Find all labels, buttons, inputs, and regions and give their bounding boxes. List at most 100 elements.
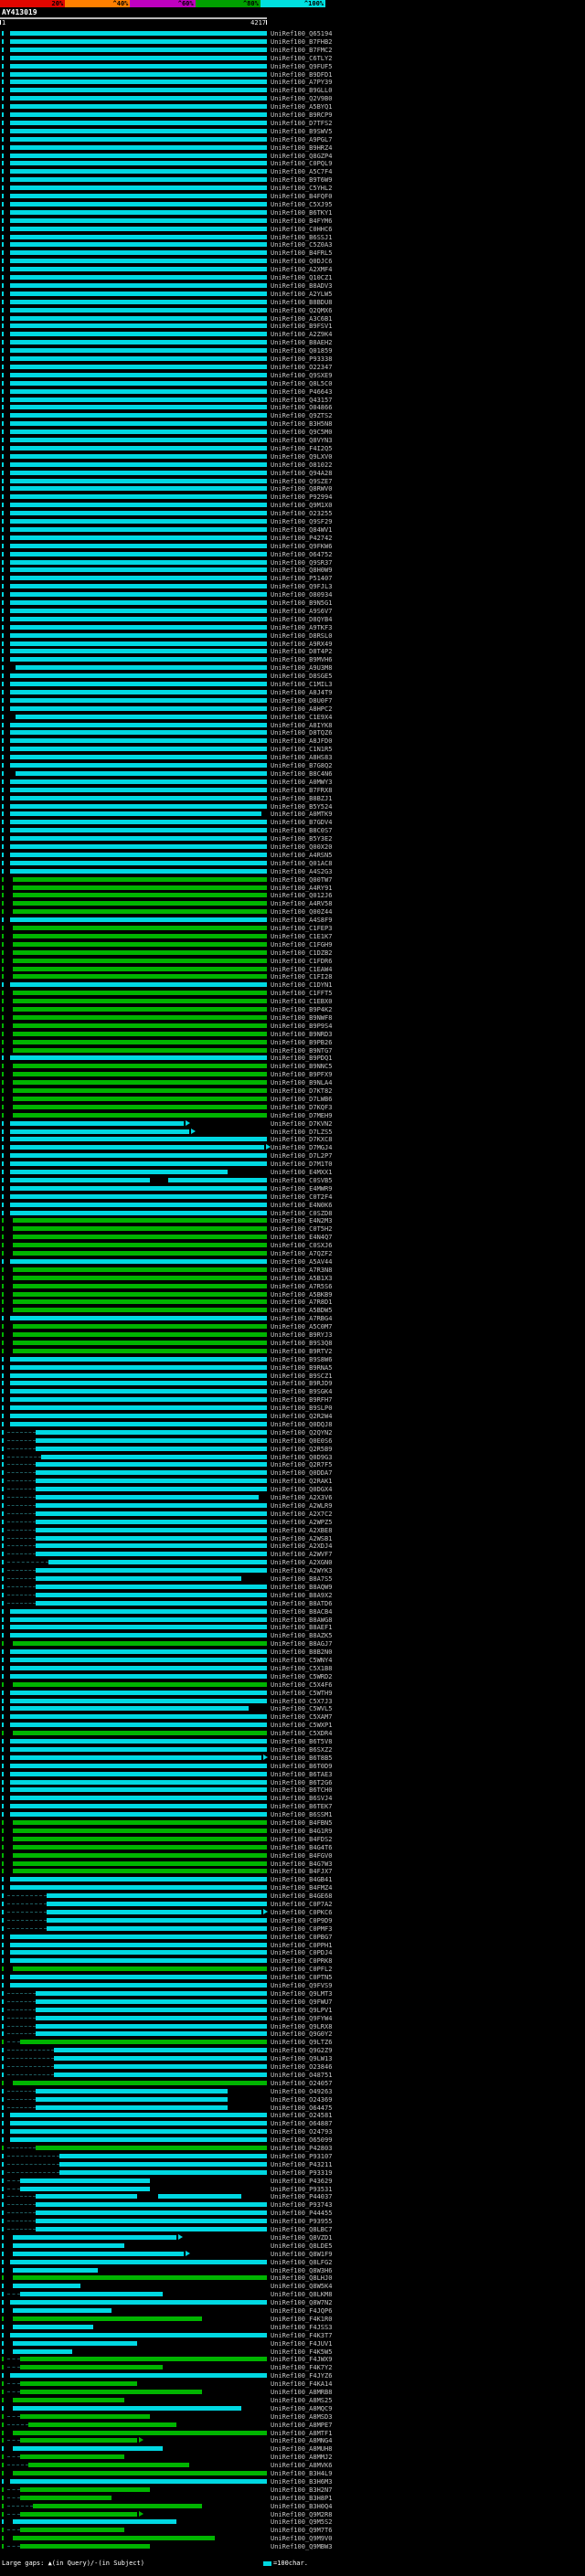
hit-bar[interactable]	[9, 535, 267, 540]
hit-bar[interactable]	[9, 267, 267, 272]
hit-bar[interactable]	[9, 186, 267, 191]
hit-bar[interactable]	[9, 616, 267, 621]
hit-label[interactable]: UniRef100_B9SGK4	[271, 1388, 332, 1395]
hit-bar[interactable]	[9, 2259, 267, 2264]
hit-bar[interactable]	[9, 543, 267, 548]
hit-bar[interactable]	[36, 2146, 267, 2150]
hit-label[interactable]: UniRef100_A8HPC2	[271, 705, 332, 713]
hit-bar[interactable]	[58, 2153, 267, 2158]
hit-label[interactable]: UniRef100_B4FRL5	[271, 249, 332, 257]
hit-bar[interactable]	[36, 1519, 267, 1524]
hit-label[interactable]: UniRef100_P51407	[271, 575, 332, 582]
hit-label[interactable]: UniRef100_C0PKC6	[271, 1909, 332, 1916]
hit-label[interactable]: UniRef100_Q0DDA7	[271, 1469, 332, 1477]
hit-bar[interactable]	[9, 494, 267, 500]
hit-bar[interactable]	[9, 1812, 267, 1818]
hit-label[interactable]: UniRef100_O24793	[271, 2128, 332, 2136]
hit-label[interactable]: UniRef100_Q0E0S6	[271, 1437, 332, 1445]
hit-label[interactable]: UniRef100_C1FI28	[271, 973, 332, 981]
hit-label[interactable]: UniRef100_P46643	[271, 388, 332, 396]
hit-label[interactable]: UniRef100_O80934	[271, 591, 332, 599]
hit-bar[interactable]	[12, 1014, 267, 1020]
hit-bar[interactable]	[12, 1291, 267, 1297]
hit-bar[interactable]	[12, 2471, 267, 2475]
hit-bar[interactable]	[9, 1746, 267, 1752]
hit-bar[interactable]	[20, 2292, 164, 2297]
hit-label[interactable]: UniRef100_O24057	[271, 2080, 332, 2087]
hit-bar[interactable]	[12, 2267, 99, 2273]
hit-bar[interactable]	[9, 307, 267, 313]
hit-bar[interactable]	[20, 2040, 267, 2045]
hit-bar[interactable]	[9, 1145, 265, 1150]
hit-bar[interactable]	[9, 63, 267, 69]
hit-bar[interactable]	[36, 1437, 267, 1443]
hit-label[interactable]: UniRef100_C1DYN1	[271, 981, 332, 989]
hit-bar[interactable]	[9, 1934, 267, 1939]
hit-label[interactable]: UniRef100_A2WYK3	[271, 1567, 332, 1574]
hit-label[interactable]: UniRef100_C5WXP1	[271, 1722, 332, 1729]
hit-bar[interactable]	[9, 1754, 262, 1760]
hit-label[interactable]: UniRef100_C0SZD8	[271, 1210, 332, 1217]
hit-label[interactable]: UniRef100_B3H4L9	[271, 2470, 332, 2477]
hit-label[interactable]: UniRef100_C6TLY2	[271, 55, 332, 62]
hit-label[interactable]: UniRef100_D7LWB6	[271, 1096, 332, 1103]
hit-label[interactable]: UniRef100_B4FJX7	[271, 1868, 332, 1875]
hit-bar[interactable]	[54, 2064, 267, 2069]
hit-bar[interactable]	[12, 1080, 267, 1086]
hit-label[interactable]: UniRef100_A8IYK8	[271, 722, 332, 729]
hit-bar[interactable]	[9, 1942, 267, 1947]
hit-bar[interactable]	[36, 2210, 267, 2216]
hit-label[interactable]: UniRef100_O49263	[271, 2088, 332, 2095]
hit-label[interactable]: UniRef100_B9RYJ3	[271, 1331, 332, 1339]
hit-label[interactable]: UniRef100_Q9FYW4	[271, 2015, 332, 2022]
hit-label[interactable]: UniRef100_B6SVJ4	[271, 1795, 332, 1802]
hit-label[interactable]: UniRef100_B6T5V8	[271, 1738, 332, 1745]
hit-bar[interactable]	[12, 2324, 93, 2329]
hit-bar[interactable]	[12, 1332, 267, 1337]
hit-bar[interactable]	[9, 608, 267, 613]
hit-bar[interactable]	[9, 47, 267, 52]
hit-label[interactable]: UniRef100_Q8W1F9	[271, 2251, 332, 2258]
hit-label[interactable]: UniRef100_O23846	[271, 2063, 332, 2071]
hit-bar[interactable]	[9, 144, 267, 150]
hit-bar[interactable]	[9, 1649, 267, 1655]
hit-label[interactable]: UniRef100_A7R8D1	[271, 1299, 332, 1306]
hit-bar[interactable]	[9, 31, 267, 36]
hit-label[interactable]: UniRef100_Q9M9V0	[271, 2535, 332, 2542]
hit-label[interactable]: UniRef100_B9SWV5	[271, 128, 332, 135]
hit-bar[interactable]	[9, 478, 267, 483]
hit-bar[interactable]	[36, 1568, 267, 1574]
hit-bar[interactable]	[9, 1202, 267, 1207]
hit-label[interactable]: UniRef100_B9HRZ4	[271, 144, 332, 152]
hit-bar[interactable]	[12, 926, 267, 930]
hit-bar[interactable]	[12, 1023, 267, 1028]
hit-label[interactable]: UniRef100_Q2V9B0	[271, 95, 332, 102]
hit-bar[interactable]	[9, 811, 262, 817]
hit-bar[interactable]	[9, 632, 267, 638]
hit-bar[interactable]	[27, 2463, 189, 2468]
hit-label[interactable]: UniRef100_C0PDJ4	[271, 1949, 332, 1956]
hit-bar[interactable]	[9, 868, 267, 874]
hit-bar[interactable]	[9, 503, 267, 508]
hit-bar[interactable]	[9, 641, 267, 646]
hit-bar[interactable]	[9, 1625, 267, 1630]
hit-bar[interactable]	[36, 2104, 229, 2110]
hit-label[interactable]: UniRef100_Q2QYN2	[271, 1429, 332, 1436]
hit-bar[interactable]	[12, 2430, 267, 2435]
hit-bar[interactable]	[20, 2357, 267, 2362]
hit-label[interactable]: UniRef100_P93319	[271, 2169, 332, 2177]
hit-label[interactable]: UniRef100_B8ATD6	[271, 1600, 332, 1607]
hit-label[interactable]: UniRef100_P42742	[271, 535, 332, 542]
hit-label[interactable]: UniRef100_A7PY39	[271, 79, 332, 86]
hit-label[interactable]: UniRef100_A5C0M7	[271, 1323, 332, 1330]
hit-label[interactable]: UniRef100_C5Z0A3	[271, 241, 332, 249]
hit-bar[interactable]	[9, 332, 267, 337]
hit-label[interactable]: UniRef100_C0PRK8	[271, 1957, 332, 1965]
hit-label[interactable]: UniRef100_B6TAE3	[271, 1771, 332, 1778]
hit-bar[interactable]	[9, 486, 267, 492]
hit-label[interactable]: UniRef100_Q9LPV1	[271, 2007, 332, 2014]
hit-label[interactable]: UniRef100_A4S2G3	[271, 868, 332, 875]
hit-label[interactable]: UniRef100_A5BDW5	[271, 1307, 332, 1314]
hit-label[interactable]: UniRef100_D7MGJ4	[271, 1144, 332, 1151]
hit-bar[interactable]	[12, 2536, 216, 2541]
